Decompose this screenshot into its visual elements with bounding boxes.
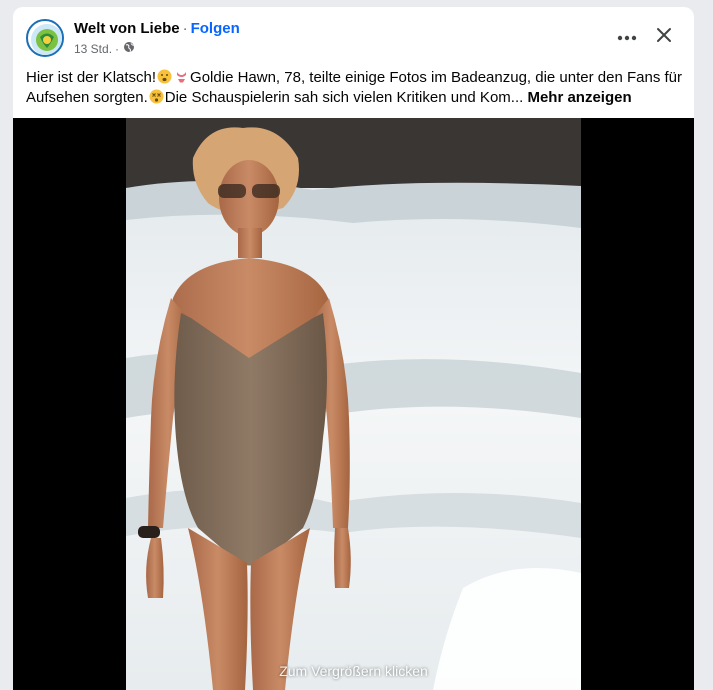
see-more-link[interactable]: Mehr anzeigen (527, 89, 631, 106)
post-text-part3: Die Schauspielerin sah sich vielen Kriti… (164, 89, 524, 106)
page-avatar[interactable] (26, 19, 64, 57)
bikini-emoji-icon (174, 69, 189, 84)
zoom-hint: Zum Vergrößern klicken (279, 663, 428, 679)
meta-dot: · (115, 41, 120, 56)
name-separator: · (182, 20, 188, 37)
page-name-link[interactable]: Welt von Liebe (74, 20, 180, 37)
more-options-button[interactable] (613, 23, 641, 51)
post-timestamp[interactable]: 13 Std. (74, 42, 112, 56)
post-photo[interactable]: Zum Vergrößern klicken (13, 118, 694, 690)
sad-face-emoji-icon (157, 69, 172, 84)
post-meta: 13 Std. · (74, 41, 135, 56)
follow-button[interactable]: Folgen (191, 20, 240, 37)
post-text: Hier ist der Klatsch! Goldie Hawn, 78, te… (26, 68, 686, 108)
post-header: Welt von Liebe · Folgen 13 Std. · (13, 7, 694, 65)
photo-illustration (13, 118, 694, 690)
close-button[interactable] (650, 23, 678, 51)
page-name-line: Welt von Liebe · Folgen (74, 20, 240, 37)
globe-icon (123, 41, 135, 56)
post-card: Welt von Liebe · Folgen 13 Std. · Hier ist… (13, 7, 694, 690)
post-text-part1: Hier ist der Klatsch! (26, 69, 157, 86)
close-icon (656, 27, 672, 48)
dizzy-face-emoji-icon (149, 89, 164, 104)
more-horizontal-icon (617, 28, 637, 46)
